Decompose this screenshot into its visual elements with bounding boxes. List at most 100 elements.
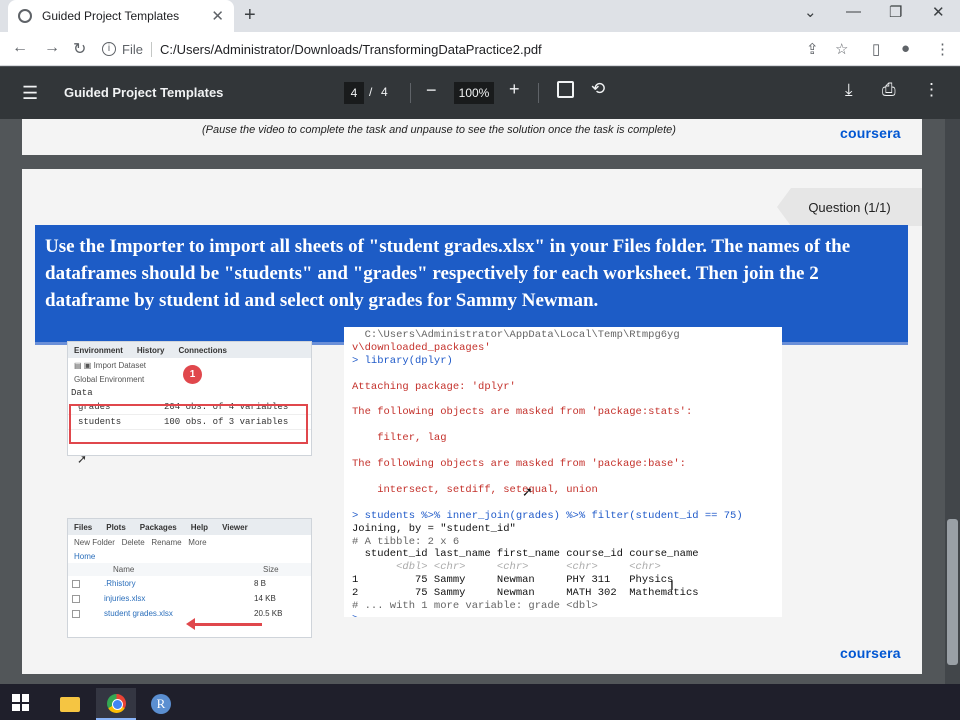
console-line: student_id last_name first_name course_i… [352, 548, 699, 561]
restore-icon[interactable]: ❐ [889, 3, 902, 21]
info-icon[interactable]: i [102, 42, 116, 56]
import-dataset-label: Import Dataset [93, 361, 147, 370]
zoom-input[interactable]: 100% [454, 82, 494, 104]
console-line: The following objects are masked from 'p… [352, 406, 693, 419]
file-size: 14 KB [254, 594, 276, 603]
browser-toolbar: ← → ↻ i File C:/Users/Administrator/Down… [0, 32, 960, 66]
pdf-toolbar: ☰ Guided Project Templates 4 / 4 − 100% … [0, 67, 960, 119]
step-badge: 1 [183, 365, 202, 384]
coursera-logo: coursera [840, 125, 901, 141]
checkbox [72, 595, 80, 603]
pdf-title: Guided Project Templates [64, 85, 224, 100]
new-folder-label: New Folder [74, 538, 115, 547]
files-home-link: Home [74, 552, 96, 561]
pdf-page: (Pause the video to complete the task an… [22, 119, 922, 155]
console-line: > [352, 613, 774, 617]
pdf-page: Question (1/1) Use the Importer to impor… [22, 169, 922, 674]
text-cursor-icon: I [670, 577, 674, 593]
files-header: Name Size [68, 563, 311, 576]
file-row: injuries.xlsx 14 KB [68, 591, 311, 606]
browser-menu-icon[interactable]: ⋮ [935, 40, 950, 58]
tab-title: Guided Project Templates [42, 9, 180, 23]
tab-packages: Packages [139, 523, 177, 532]
side-panel-icon[interactable]: ▯ [872, 40, 880, 58]
pdf-viewer[interactable]: (Pause the video to complete the task an… [0, 119, 945, 684]
close-tab-icon[interactable]: ✕ [211, 7, 224, 25]
file-size: 20.5 KB [254, 609, 283, 618]
more-label: More [188, 538, 207, 547]
zoom-out-icon[interactable]: − [426, 80, 437, 101]
address-url[interactable]: C:/Users/Administrator/Downloads/Transfo… [160, 42, 542, 57]
r-app-icon[interactable]: R [141, 688, 181, 720]
file-explorer-icon[interactable] [50, 688, 90, 720]
chevron-down-icon[interactable]: ⌄ [804, 3, 817, 21]
star-icon[interactable]: ☆ [835, 40, 848, 58]
mouse-cursor-icon: ➚ [77, 452, 88, 466]
hamburger-menu-icon[interactable]: ☰ [22, 83, 38, 104]
console-line: 1 75 Sammy Newman PHY 311 Physics [352, 574, 674, 587]
address-scheme: File [122, 41, 152, 57]
coursera-logo: coursera [840, 645, 901, 661]
share-icon[interactable]: ⇪ [806, 40, 819, 58]
file-row: .Rhistory 8 B [68, 576, 311, 591]
delete-label: Delete [121, 538, 145, 547]
minimize-icon[interactable]: — [846, 3, 861, 20]
tab-viewer: Viewer [222, 523, 248, 532]
toolbar-divider [410, 83, 411, 103]
zoom-in-icon[interactable]: + [509, 79, 520, 100]
forward-icon[interactable]: → [44, 39, 60, 57]
fit-page-icon[interactable] [557, 81, 574, 98]
browser-tab[interactable]: Guided Project Templates ✕ [8, 0, 234, 32]
highlight-box [69, 404, 308, 444]
console-line: # ... with 1 more variable: grade <dbl> [352, 600, 598, 613]
page-separator: / [369, 85, 373, 99]
tab-history: History [136, 346, 165, 355]
back-icon[interactable]: ← [12, 39, 28, 57]
mouse-cursor-icon: ➚ [522, 484, 533, 499]
close-window-icon[interactable]: ✕ [932, 3, 945, 21]
console-line: 2 75 Sammy Newman MATH 302 Mathematics [352, 587, 699, 600]
more-options-icon[interactable]: ⋮ [923, 80, 940, 100]
address-bar[interactable]: i File C:/Users/Administrator/Downloads/… [102, 36, 822, 62]
scrollbar-thumb[interactable] [947, 519, 958, 665]
console-line: # A tibble: 2 x 6 [352, 535, 460, 548]
browser-tab-strip: Guided Project Templates ✕ + ⌄ — ❐ ✕ [0, 0, 960, 32]
pause-note: (Pause the video to complete the task an… [202, 124, 676, 136]
page-number-input[interactable]: 4 [344, 82, 364, 104]
toolbar-divider [538, 83, 539, 103]
question-tag: Question (1/1) [777, 188, 922, 226]
console-line: Joining, by = "student_id" [352, 522, 516, 535]
console-line: v\downloaded_packages' [352, 341, 491, 354]
rename-label: Rename [151, 538, 182, 547]
tab-files: Files [74, 523, 93, 532]
rotate-icon[interactable]: ⟲ [591, 79, 605, 99]
files-tabs: Files Plots Packages Help Viewer [68, 519, 311, 535]
file-name: .Rhistory [104, 579, 136, 588]
files-toolbar: New Folder Delete Rename More [68, 535, 311, 550]
page-total: 4 [381, 85, 388, 99]
console-output: C:\Users\Administrator\AppData\Local\Tem… [344, 327, 782, 617]
console-line: filter, lag [352, 432, 447, 445]
tab-connections: Connections [178, 346, 227, 355]
profile-icon[interactable]: ● [901, 40, 910, 57]
windows-start-icon[interactable] [12, 694, 29, 711]
file-name: student grades.xlsx [104, 609, 173, 618]
scrollbar[interactable] [945, 119, 960, 684]
console-line: C:\Users\Administrator\AppData\Local\Tem… [352, 329, 680, 341]
arrow-left-icon [186, 618, 262, 630]
console-line: Attaching package: 'dplyr' [352, 380, 516, 393]
taskbar: R [0, 684, 960, 720]
console-line: > students %>% inner_join(grades) %>% fi… [352, 509, 743, 522]
checkbox [72, 610, 80, 618]
new-tab-button[interactable]: + [244, 4, 256, 27]
chrome-icon[interactable] [96, 688, 136, 720]
file-size: 8 B [254, 579, 267, 588]
download-icon[interactable]: ⤓ [845, 80, 853, 100]
console-line: <dbl> <chr> <chr> <chr> <chr> [352, 561, 661, 574]
environment-tabs: Environment History Connections [68, 342, 311, 358]
col-name: Name [113, 565, 135, 574]
tab-plots: Plots [106, 523, 126, 532]
print-icon[interactable]: ⎙ [882, 80, 896, 100]
reload-icon[interactable]: ↻ [73, 39, 86, 59]
tab-help: Help [190, 523, 209, 532]
